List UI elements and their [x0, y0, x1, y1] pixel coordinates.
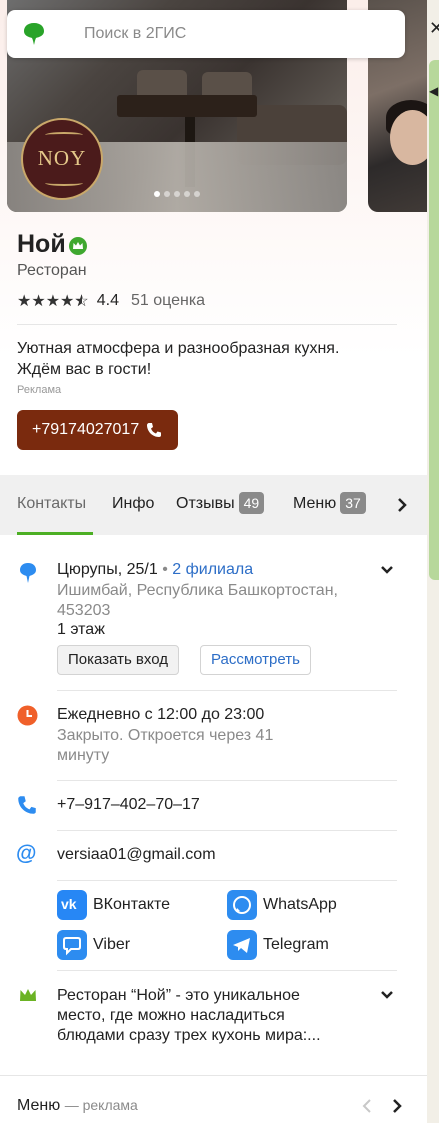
social-label: WhatsApp [263, 896, 337, 913]
call-button[interactable]: +79174027017 [17, 410, 178, 450]
active-tab-indicator [17, 532, 93, 535]
chevron-left-icon[interactable]: ◀ [429, 84, 438, 98]
whatsapp-icon [227, 890, 257, 920]
rating-count[interactable]: 51 оценка [131, 292, 205, 310]
divider [57, 780, 397, 781]
address-street[interactable]: Цюрупы, 25/1 [57, 561, 158, 578]
2gis-logo-icon [24, 23, 44, 45]
telegram-icon [227, 930, 257, 960]
call-button-label: +79174027017 [32, 421, 140, 438]
menu-count-badge: 37 [340, 491, 366, 514]
phone-icon [147, 423, 161, 437]
carousel-dot[interactable] [174, 191, 180, 197]
hours-schedule: Ежедневно с 12:00 до 23:00 [57, 706, 265, 723]
clock-icon [17, 705, 38, 726]
promo-text: Уютная атмосфера и разнообразная кухня. … [17, 340, 340, 378]
phone-number[interactable]: +7‒917‒402‒70‒17 [57, 796, 200, 814]
social-label: ВКонтакте [93, 896, 170, 913]
menu-ad-section: Меню — реклама [0, 1076, 427, 1123]
reviews-count-badge: 49 [238, 491, 265, 514]
divider [57, 830, 397, 831]
social-viber[interactable]: Viber [57, 930, 130, 960]
divider [57, 970, 397, 971]
menu-title: Меню [17, 1097, 61, 1114]
tab-bar: Контакты Инфо Отзывы 49 Меню 37 [0, 475, 427, 535]
place-title: Ной [17, 230, 66, 258]
tab-info[interactable]: Инфо [112, 475, 154, 535]
tab-label: Контакты [17, 495, 87, 512]
logo-ornament [45, 180, 83, 186]
crown-icon [20, 989, 36, 1001]
description-text: Ресторан “Ной” - это уникальное место, г… [57, 987, 321, 1044]
carousel-dot[interactable] [184, 191, 190, 197]
divider [57, 690, 397, 691]
chevron-right-icon[interactable] [396, 497, 408, 513]
viber-icon [57, 930, 87, 960]
social-telegram[interactable]: Telegram [227, 930, 329, 960]
social-vk[interactable]: vk ВКонтакте [57, 890, 170, 920]
hours-status: Закрыто. Откроется через 41 минуту [57, 727, 274, 764]
tab-label: Отзывы [176, 495, 235, 512]
chevron-down-icon[interactable] [380, 565, 394, 575]
email-link[interactable]: versiaa01@gmail.com [57, 846, 216, 864]
tab-reviews[interactable]: Отзывы 49 [176, 475, 265, 535]
menu-subtitle: — реклама [64, 1097, 138, 1113]
logo-text: NOY [37, 146, 87, 170]
carousel-dot[interactable] [194, 191, 200, 197]
social-label: Viber [93, 936, 131, 953]
verified-crown-icon [69, 237, 87, 255]
address-floor: 1 этаж [57, 621, 105, 638]
place-category: Ресторан [17, 262, 87, 279]
address-city: Ишимбай, Республика Башкортостан, 453203 [57, 582, 338, 619]
chevron-down-icon[interactable] [380, 990, 394, 1000]
logo-ornament [45, 132, 83, 138]
chevron-left-icon[interactable] [362, 1099, 372, 1113]
rating-row[interactable]: ★★★★☆ ★ 4.4 51 оценка [17, 291, 205, 311]
ad-label: Реклама [17, 384, 62, 396]
separator-dot: • [157, 561, 173, 578]
tab-menu[interactable]: Меню 37 [293, 475, 366, 535]
close-icon[interactable]: ✕ [429, 18, 439, 39]
email-at-icon: @ [16, 842, 37, 865]
divider [17, 324, 397, 325]
carousel-dot[interactable] [164, 191, 170, 197]
social-label: Telegram [263, 936, 329, 953]
vk-icon: vk [57, 890, 87, 920]
rating-value: 4.4 [96, 292, 119, 309]
map-park-area [429, 60, 439, 580]
carousel-dot[interactable] [154, 191, 160, 197]
search-input[interactable]: Поиск в 2ГИС [84, 25, 186, 43]
social-whatsapp[interactable]: WhatsApp [227, 890, 337, 920]
restaurant-logo: NOY [21, 118, 103, 200]
map-strip[interactable]: ✕ ◀ [427, 0, 439, 1123]
menu-section-title: Меню — реклама [17, 1097, 138, 1115]
place-card-panel: NOY Поиск в 2ГИС Ной Ресторан ★★★★☆ ★ 4.4… [0, 0, 427, 1123]
rating-stars-icon: ★★★★☆ ★ [17, 293, 89, 310]
tab-label: Инфо [112, 495, 155, 512]
photo-table [117, 95, 257, 117]
tab-label: Меню [293, 495, 337, 512]
search-bar[interactable]: Поиск в 2ГИС [7, 10, 405, 58]
tab-contacts[interactable]: Контакты [17, 475, 86, 535]
location-pin-icon [20, 563, 36, 583]
photo-person-face [390, 110, 427, 165]
divider [57, 880, 397, 881]
branches-link[interactable]: 2 филиала [172, 561, 253, 578]
address-line: Цюрупы, 25/1 • 2 филиала [57, 561, 253, 579]
phone-icon [18, 796, 36, 814]
chevron-right-icon[interactable] [392, 1099, 402, 1113]
view-button[interactable]: Рассмотреть [200, 645, 311, 675]
show-entrance-button[interactable]: Показать вход [57, 645, 179, 675]
